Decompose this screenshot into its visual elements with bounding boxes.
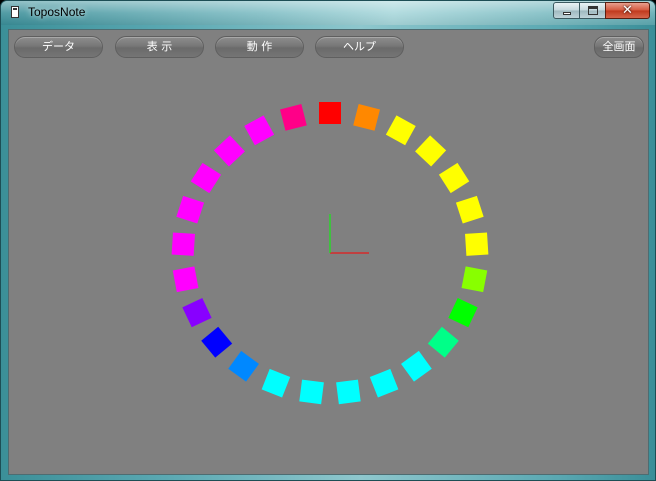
ring-marker xyxy=(261,368,291,398)
minimize-button[interactable] xyxy=(553,2,580,19)
window-title: ToposNote xyxy=(28,5,86,19)
ring-marker xyxy=(213,135,245,167)
ring-marker xyxy=(353,104,380,131)
ring-marker xyxy=(244,115,275,146)
ring-marker xyxy=(171,232,195,256)
ring-marker xyxy=(438,162,470,194)
scene-canvas[interactable] xyxy=(9,30,648,474)
maximize-button[interactable] xyxy=(579,2,606,19)
ring-marker xyxy=(455,195,484,224)
ring-marker xyxy=(369,368,399,398)
ring-marker xyxy=(190,162,222,194)
ring-marker xyxy=(385,115,416,146)
ring-marker xyxy=(182,297,212,328)
ring-marker xyxy=(280,104,307,131)
ring-marker xyxy=(401,350,432,382)
minimize-icon xyxy=(563,12,571,15)
close-icon: ✕ xyxy=(622,3,633,18)
title-bar[interactable]: ToposNote ✕ xyxy=(1,1,655,25)
ring-marker xyxy=(427,326,459,358)
ring-marker xyxy=(201,326,233,358)
ring-marker xyxy=(319,102,341,124)
ring-marker xyxy=(448,297,478,328)
ring-marker xyxy=(299,379,324,405)
ring-marker xyxy=(461,266,488,293)
ring-marker xyxy=(176,195,205,224)
app-window: ToposNote ✕ データ 表 示 動 作 ヘルプ 全画面 xyxy=(0,0,656,481)
app-icon[interactable] xyxy=(11,6,19,18)
ring-marker xyxy=(415,135,447,167)
ring-marker xyxy=(465,232,489,256)
ring-marker xyxy=(228,350,259,382)
close-button[interactable]: ✕ xyxy=(605,2,650,19)
ring-marker xyxy=(172,266,199,293)
viewport-3d[interactable]: データ 表 示 動 作 ヘルプ 全画面 xyxy=(8,29,649,475)
ring-marker xyxy=(336,379,361,405)
maximize-icon xyxy=(588,6,598,15)
